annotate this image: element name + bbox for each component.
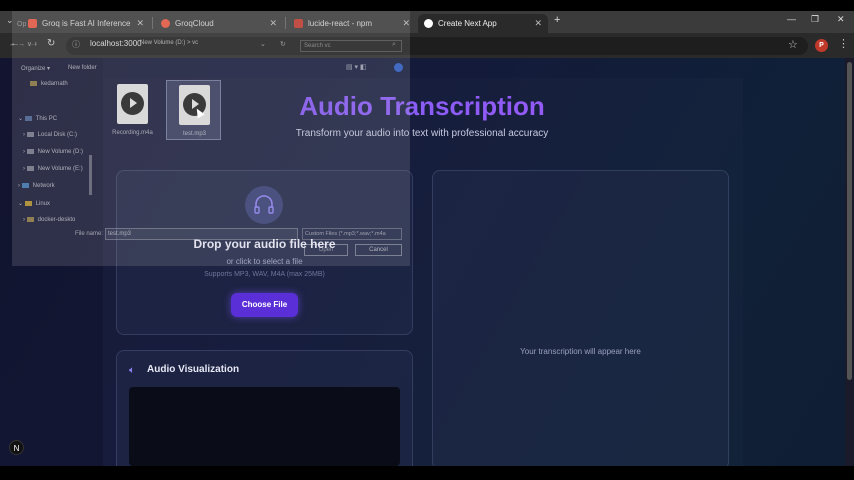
dialog-open-button[interactable]: Open bbox=[304, 244, 348, 256]
profile-avatar[interactable]: P bbox=[815, 39, 828, 52]
dialog-address-dropdown-icon[interactable]: ⌄ bbox=[260, 40, 266, 48]
dialog-search-input[interactable]: Search vc bbox=[300, 40, 402, 52]
audio-file-icon bbox=[117, 84, 148, 124]
dialog-new-folder-button[interactable]: New folder bbox=[68, 65, 97, 71]
dropzone-formats-hint: Supports MP3, WAV, M4A (max 25MB) bbox=[204, 271, 325, 278]
minimize-icon[interactable]: — bbox=[787, 14, 796, 24]
tree-item[interactable]: › New Volume (E:) bbox=[23, 166, 83, 172]
tab-create-next-app[interactable]: Create Next App ✕ bbox=[418, 14, 548, 33]
close-icon[interactable]: ✕ bbox=[534, 18, 542, 29]
tree-item[interactable]: › docker-deskto bbox=[23, 217, 75, 222]
speaker-icon: 🔈︎ bbox=[129, 365, 135, 376]
maximize-icon[interactable]: ❐ bbox=[811, 14, 819, 25]
tree-item[interactable]: kedarnath bbox=[30, 81, 68, 87]
waveform-canvas bbox=[129, 387, 400, 466]
file-name-label: File name: bbox=[75, 231, 104, 237]
letterbox-top bbox=[0, 0, 854, 11]
file-name: Recording.m4a bbox=[112, 130, 153, 136]
dialog-view-options-icon[interactable]: ▤ ▾ ◧ bbox=[346, 63, 367, 71]
file-type-select[interactable]: Custom Files (*.mp3;*.wav;*.m4a bbox=[302, 228, 402, 240]
tree-item[interactable]: › Network bbox=[18, 183, 55, 189]
file-item[interactable]: Recording.m4a bbox=[105, 80, 160, 140]
tree-item[interactable]: ⌄ This PC bbox=[18, 115, 57, 122]
bookmark-star-icon[interactable]: ☆ bbox=[788, 38, 798, 51]
dialog-cancel-button[interactable]: Cancel bbox=[355, 244, 402, 256]
tree-item[interactable]: ⌄ Linux bbox=[18, 200, 50, 207]
dialog-tree-scrollbar[interactable] bbox=[89, 155, 92, 195]
dialog-help-icon[interactable] bbox=[394, 63, 403, 72]
tree-item[interactable]: › Local Disk (C:) bbox=[23, 132, 77, 138]
dialog-organize-button[interactable]: Organize ▾ bbox=[21, 65, 50, 72]
audio-file-icon bbox=[179, 85, 210, 125]
tab-label: Create Next App bbox=[438, 19, 497, 28]
next-devtools-badge[interactable]: N bbox=[9, 440, 24, 455]
choose-file-button[interactable]: Choose File bbox=[231, 293, 298, 317]
visualization-heading: Audio Visualization bbox=[147, 364, 240, 375]
tree-item[interactable]: › New Volume (D:) bbox=[23, 149, 83, 155]
file-name: test.mp3 bbox=[182, 131, 206, 137]
transcription-panel bbox=[432, 170, 729, 470]
next-favicon-icon bbox=[424, 19, 433, 28]
letterbox-bottom bbox=[0, 466, 854, 480]
dialog-search-icon: ⌕ bbox=[392, 41, 396, 48]
new-tab-icon[interactable]: + bbox=[554, 14, 560, 26]
menu-kebab-icon[interactable]: ⋮ bbox=[838, 37, 849, 50]
dialog-nav-tree: kedarnath ⌄ This PC › Local Disk (C:) › … bbox=[15, 77, 93, 222]
file-name-input[interactable]: test.mp3 bbox=[105, 228, 298, 240]
screen: ⌄ Groq is Fast AI Inference ✕ GroqCloud … bbox=[0, 0, 854, 480]
transcription-placeholder: Your transcription will appear here bbox=[520, 347, 641, 356]
page-scrollbar-thumb[interactable] bbox=[847, 62, 852, 380]
dialog-nav-arrows[interactable]: ← → ∨ ↑ bbox=[9, 40, 37, 48]
dialog-title: Op bbox=[17, 21, 27, 28]
dialog-refresh-icon[interactable]: ↻ bbox=[280, 40, 286, 48]
window-close-icon[interactable]: ✕ bbox=[837, 14, 845, 25]
